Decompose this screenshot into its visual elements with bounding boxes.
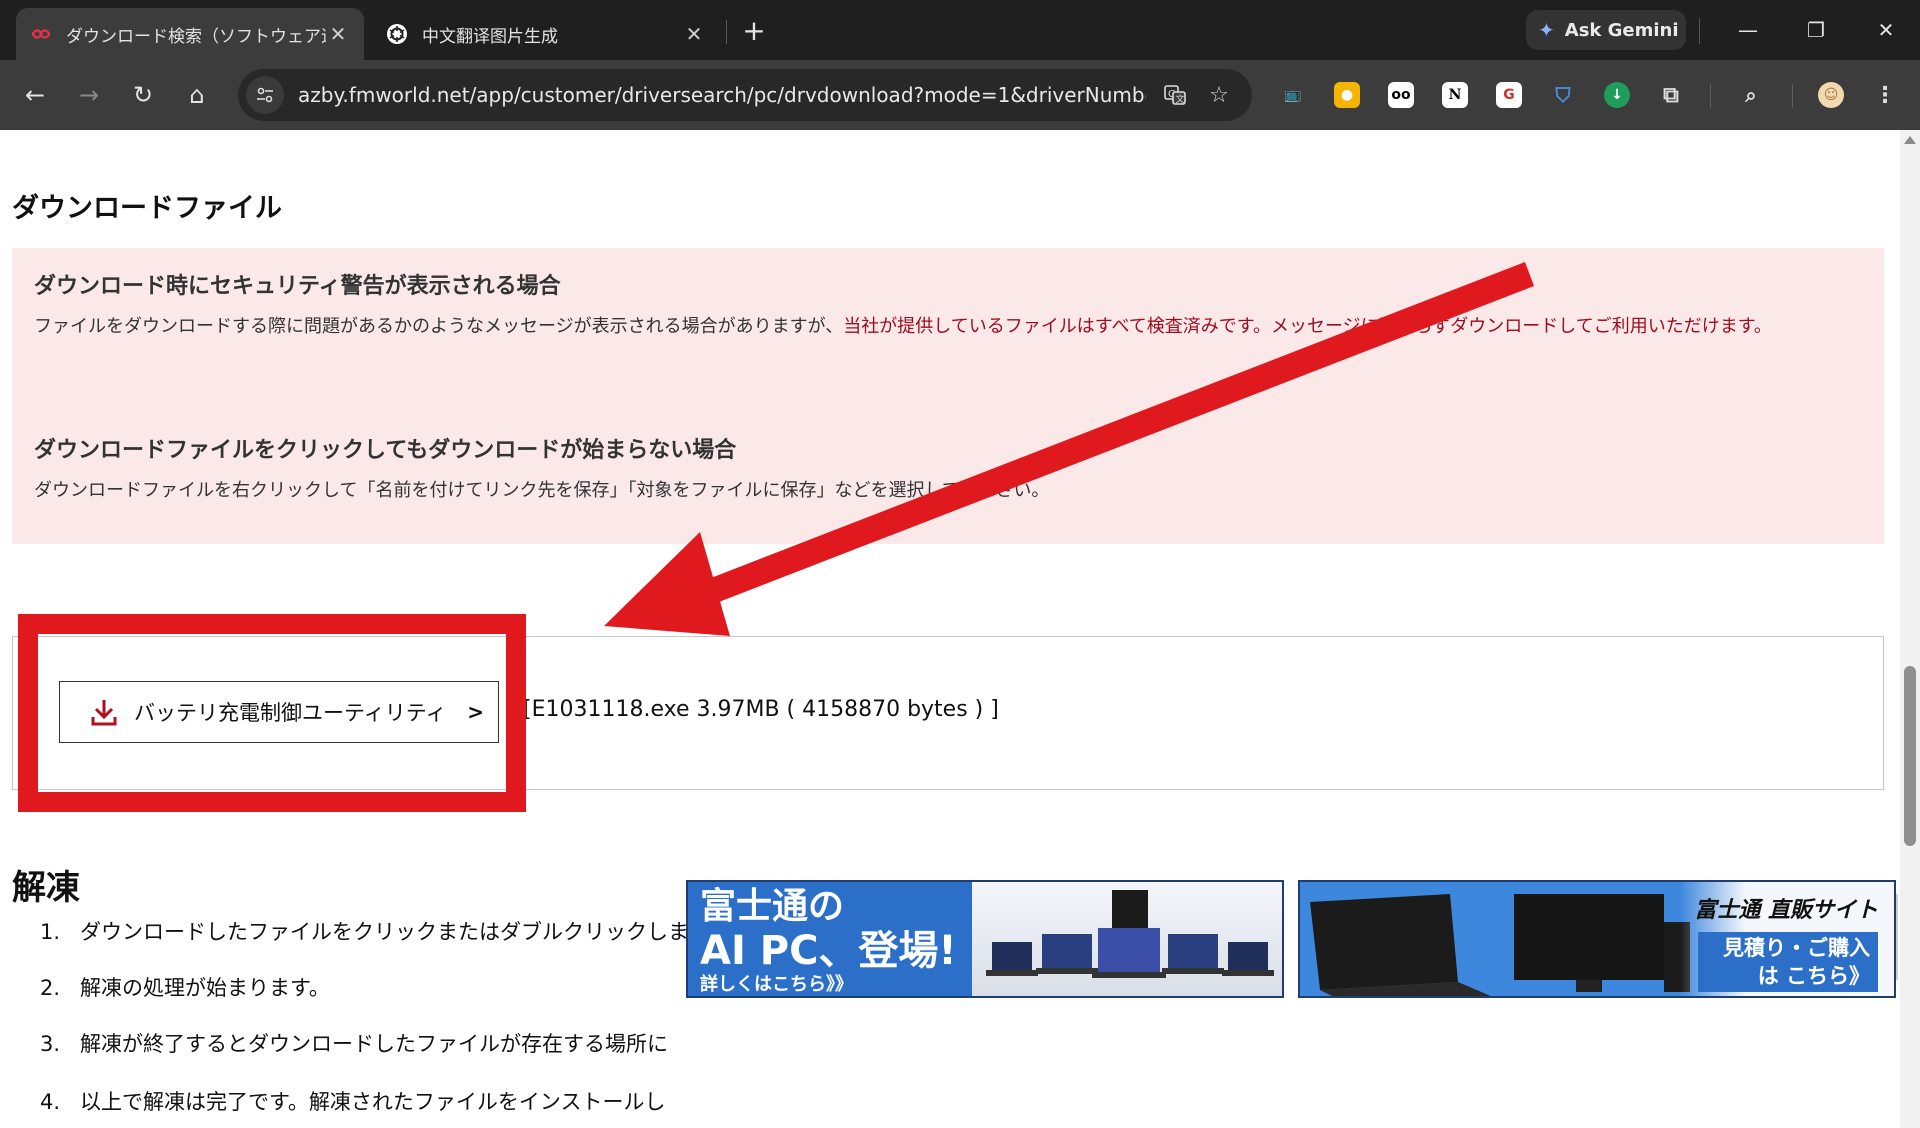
download-extension-icon[interactable]: ↓ — [1604, 82, 1630, 108]
new-tab-icon[interactable]: + — [738, 14, 770, 47]
ask-gemini-label: Ask Gemini — [1564, 19, 1679, 41]
url-text[interactable]: azby.fmworld.net/app/customer/driversear… — [298, 83, 1146, 107]
highlight-frame — [18, 614, 526, 812]
scroll-up-icon[interactable] — [1904, 136, 1916, 144]
banner-line: 富士通の — [700, 886, 845, 927]
banner-line: 詳しくはこちら》》 — [700, 974, 853, 995]
svg-text:文: 文 — [1176, 93, 1185, 105]
back-icon[interactable]: ← — [16, 76, 54, 114]
download-file-heading: ダウンロードファイル — [12, 193, 282, 224]
site-info-icon[interactable] — [246, 76, 284, 114]
scrollbar-thumb[interactable] — [1904, 666, 1916, 846]
tab-translate[interactable]: 中文翻译图片生成 ✕ — [372, 8, 720, 60]
tab-title: ダウンロード検索（ソフトウェア追加・ — [66, 26, 326, 47]
profile-avatar[interactable]: ☺ — [1818, 82, 1844, 108]
laptop-desktop-image — [1310, 894, 1690, 996]
step-text: 以上で解凍は完了です。解凍されたファイルをインストールし — [80, 1090, 666, 1114]
step-text: ダウンロードしたファイルをクリックまたはダブルクリックします。 — [80, 920, 729, 944]
list-item: 4. 以上で解凍は完了です。解凍されたファイルをインストールし — [40, 1086, 665, 1116]
banner-line: 富士通 直販サイト — [1694, 898, 1878, 923]
translate-icon[interactable]: G文 — [1160, 80, 1190, 110]
kaitou-heading: 解凍 — [12, 868, 80, 908]
close-window-icon[interactable]: ✕ — [1866, 12, 1906, 48]
fujitsu-favicon-icon — [30, 23, 52, 45]
banner-line: 見積り・ご購入は こちら》 — [1698, 932, 1878, 992]
forward-icon[interactable]: → — [70, 76, 108, 114]
security-warning-plain: ファイルをダウンロードする際に問題があるかのようなメッセージが表示される場合があ… — [34, 316, 844, 337]
direct-sales-banner[interactable]: 富士通 直販サイト 見積り・ご購入は こちら》 — [1298, 880, 1896, 998]
toolbar-separator — [1710, 84, 1711, 108]
step-number: 3. — [40, 1032, 61, 1056]
bookmark-star-icon[interactable]: ☆ — [1204, 80, 1234, 110]
google-translate-extension-icon[interactable]: G — [1496, 82, 1522, 108]
list-item: 2. 解凍の処理が始まります。 — [40, 972, 330, 1002]
notice-box: ダウンロード時にセキュリティ警告が表示される場合 ファイルをダウンロードする際に… — [12, 248, 1884, 544]
tab-strip: ダウンロード検索（ソフトウェア追加・ ✕ 中文翻译图片生成 ✕ + ✦ Ask … — [0, 0, 1920, 60]
tab-fmworld[interactable]: ダウンロード検索（ソフトウェア追加・ ✕ — [16, 8, 364, 60]
address-bar[interactable]: azby.fmworld.net/app/customer/driversear… — [238, 69, 1252, 121]
step-number: 2. — [40, 976, 61, 1000]
minimize-icon[interactable]: — — [1728, 12, 1768, 48]
close-tab-icon[interactable]: ✕ — [326, 22, 350, 46]
gemini-sparkle-icon: ✦ — [1538, 18, 1555, 42]
page-scrollbar[interactable] — [1900, 130, 1920, 1128]
menu-kebab-icon[interactable]: ⋮ — [1872, 82, 1898, 108]
download-not-starting-text: ダウンロードファイルを右クリックして「名前を付けてリンク先を保存」「対象をファイ… — [34, 480, 1050, 501]
close-tab-icon[interactable]: ✕ — [682, 22, 706, 46]
reload-icon[interactable]: ↻ — [124, 76, 162, 114]
glasses-extension-icon[interactable]: oo — [1388, 82, 1414, 108]
chatgpt-favicon-icon — [386, 23, 408, 45]
step-text: 解凍の処理が始まります。 — [80, 976, 330, 1000]
security-warning-text: ファイルをダウンロードする際に問題があるかのようなメッセージが表示される場合があ… — [34, 310, 1854, 344]
bilibili-extension-icon[interactable]: 📺 — [1280, 82, 1306, 108]
banner-line: AI PC、登場! — [700, 928, 957, 974]
extensions-puzzle-icon[interactable]: ⧉ — [1658, 82, 1684, 108]
list-item: 1. ダウンロードしたファイルをクリックまたはダブルクリックします。 — [40, 916, 729, 946]
tab-search-icon[interactable]: ⌕ — [1738, 82, 1764, 108]
pc-lineup-image — [972, 882, 1282, 996]
file-info: [E1031118.exe 3.97MB ( 4158870 bytes ) ] — [523, 697, 999, 722]
security-warning-heading: ダウンロード時にセキュリティ警告が表示される場合 — [34, 274, 561, 299]
browser-toolbar: ← → ↻ ⌂ azby.fmworld.net/app/customer/dr… — [0, 60, 1920, 130]
keep-extension-icon[interactable]: ● — [1334, 82, 1360, 108]
tab-title: 中文翻译图片生成 — [422, 26, 558, 47]
restore-icon[interactable]: ❐ — [1796, 12, 1836, 48]
ai-pc-banner[interactable]: 富士通の AI PC、登場! 詳しくはこちら》》 — [686, 880, 1284, 998]
notion-extension-icon[interactable]: N — [1442, 82, 1468, 108]
step-text: 解凍が終了するとダウンロードしたファイルが存在する場所に — [80, 1032, 668, 1056]
step-number: 4. — [40, 1090, 61, 1114]
list-item: 3. 解凍が終了するとダウンロードしたファイルが存在する場所に — [40, 1028, 668, 1058]
download-not-starting-heading: ダウンロードファイルをクリックしてもダウンロードが始まらない場合 — [34, 438, 737, 463]
toolbar-separator — [1792, 84, 1793, 108]
step-number: 1. — [40, 920, 61, 944]
security-warning-emphasis: 当社が提供しているファイルはすべて検査済みです。メッセージに関わらずダウンロード… — [843, 316, 1772, 337]
banner-copy: 富士通の AI PC、登場! 詳しくはこちら》》 — [700, 886, 957, 996]
ask-gemini-button[interactable]: ✦ Ask Gemini — [1526, 10, 1686, 50]
home-icon[interactable]: ⌂ — [178, 76, 216, 114]
toolbar-separator — [1699, 18, 1700, 44]
bag-extension-icon[interactable]: ⛉ — [1550, 82, 1576, 108]
tab-separator — [726, 20, 727, 44]
